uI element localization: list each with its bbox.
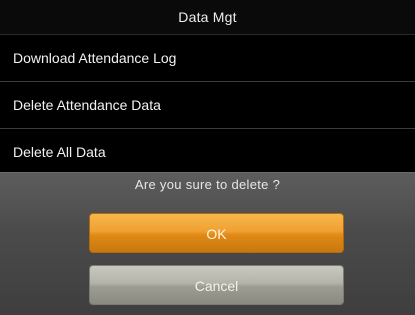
- ok-button[interactable]: OK: [89, 213, 344, 253]
- menu-item-delete-all-data[interactable]: Delete All Data: [0, 128, 415, 175]
- cancel-button[interactable]: Cancel: [89, 265, 344, 305]
- page-title: Data Mgt: [0, 0, 415, 34]
- menu-item-delete-attendance-data[interactable]: Delete Attendance Data: [0, 81, 415, 128]
- menu-item-download-attendance-log[interactable]: Download Attendance Log: [0, 34, 415, 81]
- confirm-dialog: Are you sure to delete ? OK Cancel: [0, 172, 415, 315]
- menu-list: Download Attendance Log Delete Attendanc…: [0, 34, 415, 175]
- device-screen: Data Mgt Download Attendance Log Delete …: [0, 0, 415, 315]
- dialog-message: Are you sure to delete ?: [134, 177, 281, 192]
